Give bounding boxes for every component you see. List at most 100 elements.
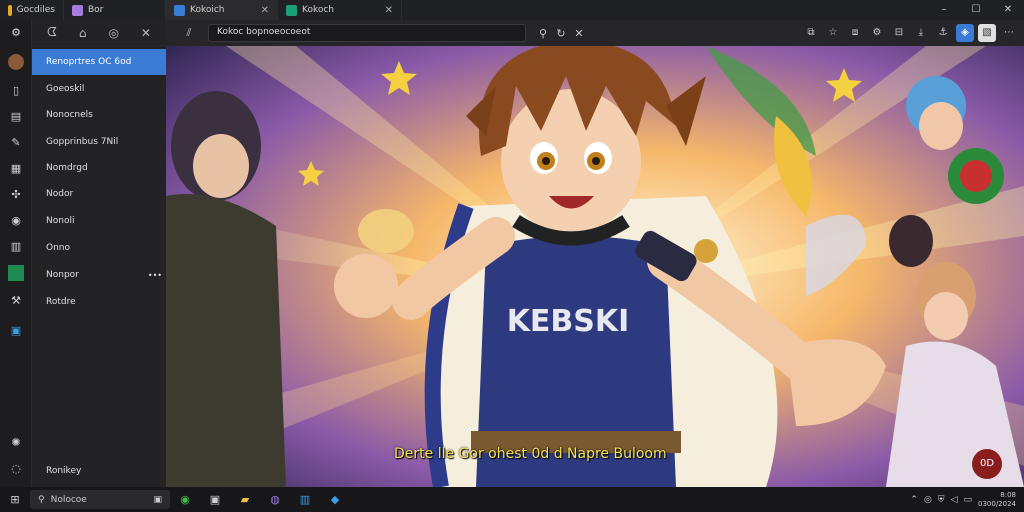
share-icon[interactable]: ✣: [8, 187, 24, 203]
start-icon[interactable]: ⊞: [0, 493, 30, 506]
subtitle-caption: Derte lle Gor ohest 0d d Napre Buloom: [394, 446, 667, 462]
sidebar-toggle-icon[interactable]: ⫽: [180, 26, 198, 40]
copy-icon[interactable]: ⧈: [846, 24, 864, 42]
search-label: Nolocoe: [50, 494, 87, 505]
sidebar-item-4[interactable]: Gopprinbus 7Nil: [32, 129, 166, 155]
close-icon[interactable]: ✕: [261, 5, 269, 16]
gear-icon[interactable]: ⚙: [868, 24, 886, 42]
extension-icon[interactable]: ⧉: [802, 24, 820, 42]
sidebar-item-9[interactable]: Nonpor •••: [32, 262, 166, 288]
sidebar: ⚙ ▯ ▤ ✎ ▦ ✣ ◉ ▥ ⚒ ▣ ✺ ◌ ᗧ ⌂ ◎ ✕ Renoprtr…: [0, 20, 166, 487]
wrench-icon[interactable]: ⚒: [8, 293, 24, 309]
tab-label: Kokoch: [302, 5, 335, 15]
address-bar-row: ⫽ Kokoc bopnoeocoeot ⚲ ↻ ✕ ⧉ ☆ ⧈ ⚙ ⊟ ⤓ ⚓…: [166, 20, 1024, 46]
network-icon[interactable]: ◎: [924, 495, 932, 505]
green-app-icon[interactable]: ◉: [170, 493, 200, 506]
tab-label: Bor: [88, 5, 104, 15]
grid-icon[interactable]: ▥: [8, 239, 24, 255]
sidebar-item-3[interactable]: Nonocnels: [32, 102, 166, 128]
nav-panel: ᗧ ⌂ ◎ ✕ Renoprtres OC 6od Goeoskil Nonoc…: [32, 20, 166, 487]
tab-2[interactable]: Bor: [64, 0, 166, 20]
pen-icon[interactable]: ✎: [8, 135, 24, 151]
refresh-icon[interactable]: ↻: [552, 27, 570, 40]
anime-artwork: KEBSKI: [166, 46, 1024, 487]
sidebar-item-1[interactable]: Renoprtres OC 6od: [32, 49, 166, 75]
tab-label: Gocdiles: [16, 5, 55, 15]
sidebar-item-label: Renoprtres OC 6od: [46, 57, 132, 67]
avatar[interactable]: [8, 54, 24, 70]
back-icon[interactable]: ᗧ: [47, 25, 57, 40]
search-icon[interactable]: ⚲: [534, 27, 552, 40]
app-icon: [72, 4, 83, 16]
refresh-icon[interactable]: ◎: [108, 26, 118, 40]
chart-icon[interactable]: ▦: [8, 161, 24, 177]
close-icon[interactable]: ✕: [141, 26, 151, 40]
address-input[interactable]: Kokoc bopnoeocoeot: [208, 24, 526, 42]
sidebar-item-7[interactable]: Nonoli: [32, 208, 166, 234]
sidebar-item-label: Nonocnels: [46, 110, 93, 120]
close-button[interactable]: ✕: [992, 0, 1024, 20]
title-bar: Gocdiles Bor Kokoich ✕ Kokoch ✕ – ☐ ✕: [0, 0, 1024, 20]
tab-label: Kokoich: [190, 5, 225, 15]
sidebar-item-label: Nonoli: [46, 216, 75, 226]
document-icon[interactable]: ▯: [8, 83, 24, 99]
sidebar-item-label: Rotdre: [46, 297, 76, 307]
maximize-button[interactable]: ☐: [960, 0, 992, 20]
sidebar-item-label: Nodor: [46, 189, 74, 199]
star-icon[interactable]: ☆: [824, 24, 842, 42]
lock-icon[interactable]: ⌂: [79, 26, 87, 40]
image-icon[interactable]: [8, 265, 24, 281]
tab-4[interactable]: Kokoch ✕: [278, 0, 402, 20]
more-options-icon[interactable]: •••: [148, 271, 162, 280]
calendar-icon[interactable]: ▣: [8, 323, 24, 339]
bell-icon[interactable]: ◉: [8, 213, 24, 229]
browser-icon[interactable]: ◍: [260, 493, 290, 506]
taskbar-search[interactable]: ⚲ Nolocoe ▣: [30, 490, 170, 509]
store-icon[interactable]: ▥: [290, 493, 320, 506]
tab-1[interactable]: Gocdiles: [0, 0, 64, 20]
chevron-up-icon[interactable]: ⌃: [910, 495, 918, 505]
shield-icon[interactable]: ⛨: [938, 495, 945, 505]
browser-icon: [174, 4, 185, 16]
book-icon[interactable]: ▤: [8, 109, 24, 125]
clock-date: 0300/2024: [978, 499, 1016, 508]
image-icon: ▣: [153, 494, 162, 505]
record-badge[interactable]: 0D: [972, 449, 1002, 479]
download-icon[interactable]: ⤓: [912, 24, 930, 42]
sidebar-item-label: Onno: [46, 243, 70, 253]
artwork-text: KEBSKI: [507, 304, 630, 339]
menu-icon[interactable]: ⋯: [1000, 24, 1018, 42]
monitor-icon[interactable]: ▣: [200, 493, 230, 506]
sidebar-item-8[interactable]: Onno: [32, 235, 166, 261]
clock-time: 8:08: [1000, 490, 1016, 499]
bookmark-icon[interactable]: ⊟: [890, 24, 908, 42]
search-icon: ⚲: [38, 494, 45, 505]
close-icon[interactable]: ✕: [570, 27, 588, 40]
mail-icon[interactable]: ◆: [320, 493, 350, 506]
sidebar-item-label: Gopprinbus 7Nil: [46, 137, 119, 147]
sidebar-item-label: Nomdrgd: [46, 163, 88, 173]
battery-icon[interactable]: ▭: [963, 495, 972, 505]
help-icon[interactable]: ◌: [8, 461, 24, 477]
sidebar-item-6[interactable]: Nodor: [32, 181, 166, 207]
system-tray: ⌃ ◎ ⛨ ◁ ▭ 8:08 0300/2024: [910, 491, 1024, 509]
sidebar-item-label: Nonpor: [46, 270, 79, 280]
sidebar-item-5[interactable]: Nomdrgd: [32, 155, 166, 181]
icon-rail: ⚙ ▯ ▤ ✎ ▦ ✣ ◉ ▥ ⚒ ▣ ✺ ◌: [0, 20, 32, 487]
gear-icon[interactable]: ✺: [8, 435, 24, 451]
close-icon[interactable]: ✕: [385, 5, 393, 16]
volume-icon[interactable]: ◁: [951, 495, 958, 505]
panel-toolbar: ᗧ ⌂ ◎ ✕: [32, 20, 166, 46]
minimize-button[interactable]: –: [928, 0, 960, 20]
clock[interactable]: 8:08 0300/2024: [978, 491, 1016, 509]
settings-icon[interactable]: ⚙: [8, 25, 24, 41]
tab-3[interactable]: Kokoich ✕: [166, 0, 278, 20]
sidebar-item-2[interactable]: Goeoskil: [32, 76, 166, 102]
sidebar-footer-item[interactable]: Ronikey: [32, 458, 166, 484]
folder-icon[interactable]: ▰: [230, 493, 260, 506]
sidebar-item-label: Goeoskil: [46, 84, 85, 94]
sidebar-item-10[interactable]: Rotdre: [32, 289, 166, 315]
tool-icon[interactable]: ⚓: [934, 24, 952, 42]
extension-active-icon[interactable]: ◈: [956, 24, 974, 42]
image-icon[interactable]: ▧: [978, 24, 996, 42]
